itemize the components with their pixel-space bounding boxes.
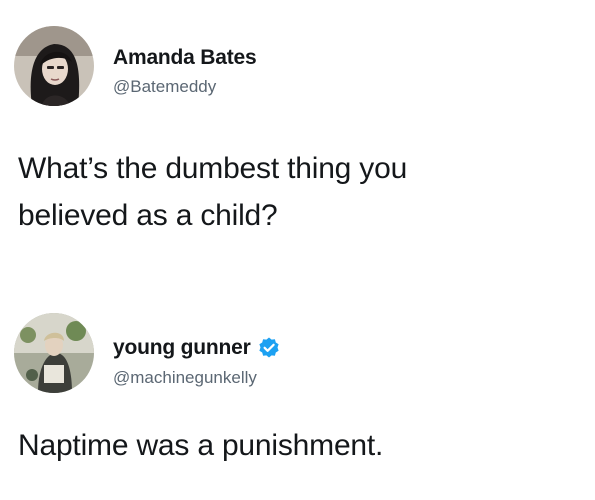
avatar-amanda-bates[interactable]: [14, 26, 94, 106]
tweet-text-line: What’s the dumbest thing you: [18, 152, 408, 185]
avatar-image: [14, 313, 94, 393]
tweet-text: Naptime was a punishment.: [18, 429, 384, 462]
author-name-row: young gunner: [113, 336, 281, 360]
author-display-name[interactable]: Amanda Bates: [113, 46, 257, 70]
author-handle[interactable]: @machinegunkelly: [113, 368, 257, 388]
tweet-text: What’s the dumbest thing you believed as…: [18, 145, 578, 239]
avatar-young-gunner[interactable]: [14, 313, 94, 393]
avatar-image: [14, 26, 94, 106]
author-display-name[interactable]: young gunner: [113, 336, 251, 360]
tweet-text-line: believed as a child?: [18, 199, 278, 232]
verified-badge-icon: [257, 336, 281, 360]
author-handle[interactable]: @Batemeddy: [113, 77, 216, 97]
